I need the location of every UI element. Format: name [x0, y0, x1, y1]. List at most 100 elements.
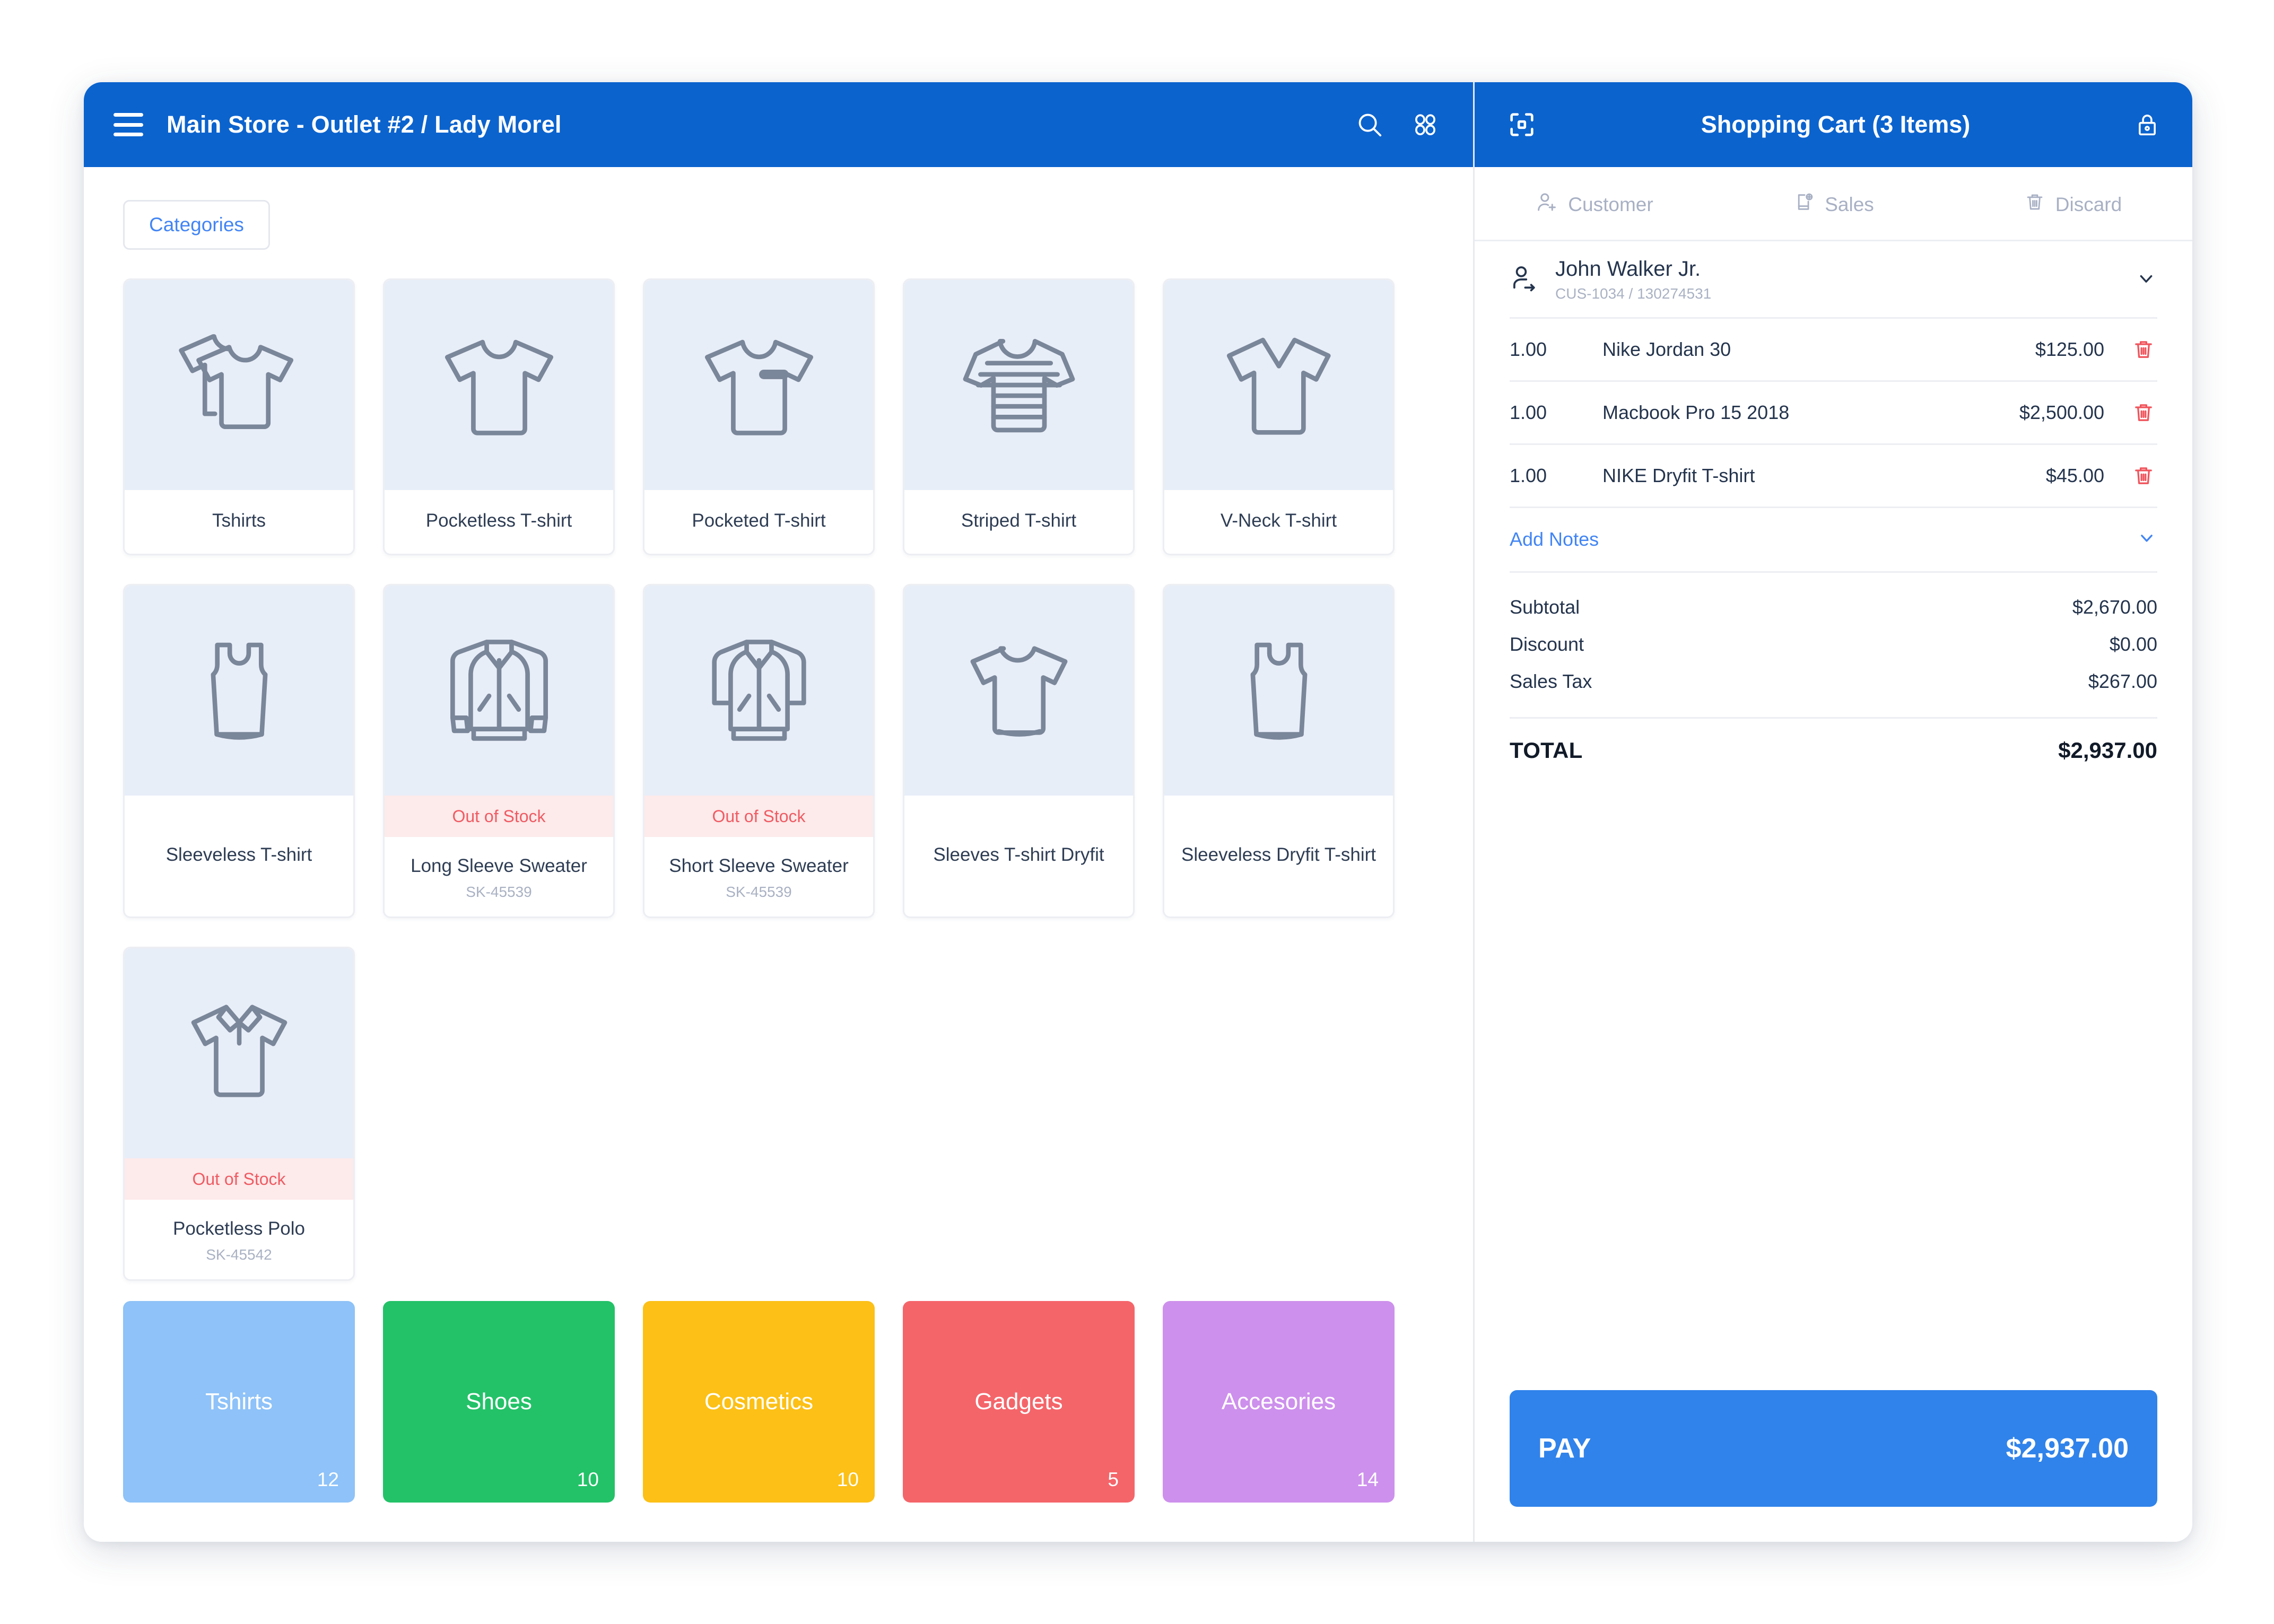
- pocket-tshirt-icon: [644, 280, 873, 490]
- vneck-tshirt-icon: [1164, 280, 1393, 490]
- pay-section: PAY $2,937.00: [1475, 1390, 2192, 1542]
- chevron-down-icon[interactable]: [2135, 267, 2157, 292]
- product-card[interactable]: Sleeveless T-shirt: [123, 584, 355, 918]
- pay-button-label: PAY: [1538, 1433, 1591, 1464]
- cart-item-name: NIKE Dryfit T-shirt: [1602, 465, 1755, 486]
- product-card[interactable]: Out of Stock Pocketless Polo SK-45542: [123, 947, 355, 1281]
- cart-item-name: Nike Jordan 30: [1602, 338, 1731, 360]
- product-name: Pocketless Polo: [172, 1218, 306, 1239]
- pay-button[interactable]: PAY $2,937.00: [1510, 1390, 2157, 1507]
- categories-button[interactable]: Categories: [123, 200, 270, 250]
- pos-app-window: Main Store - Outlet #2 / Lady Morel Cate…: [84, 82, 2192, 1542]
- long-sleeve-jacket-icon: [385, 586, 613, 796]
- tab-customer[interactable]: Customer: [1475, 190, 1714, 219]
- grand-total-row: TOTAL $2,937.00: [1510, 738, 2157, 763]
- category-tile[interactable]: Shoes 10: [383, 1301, 615, 1503]
- category-tile-label: Shoes: [466, 1389, 532, 1415]
- category-tile[interactable]: Gadgets 5: [903, 1301, 1135, 1503]
- topbar-icon-group: [1355, 110, 1439, 139]
- cart-item-price: $2,500.00: [2019, 401, 2104, 423]
- product-name: Sleeves T-shirt Dryfit: [933, 844, 1104, 865]
- category-tile[interactable]: Tshirts 12: [123, 1301, 355, 1503]
- trash-icon[interactable]: [2130, 337, 2157, 362]
- total-line-value: $0.00: [2109, 633, 2157, 655]
- add-person-icon: [1535, 190, 1558, 219]
- search-icon[interactable]: [1355, 110, 1384, 139]
- cart-action-tabs: Customer Sales Discard: [1475, 167, 2192, 241]
- grand-total-section: TOTAL $2,937.00: [1510, 717, 2157, 771]
- double-tshirt-icon: [125, 280, 353, 490]
- chevron-down-icon[interactable]: [2136, 527, 2157, 551]
- catalog-content: Categories Tshirts Pocketless T-shirt Po…: [84, 167, 1473, 1542]
- product-card-body: Pocketless T-shirt: [385, 490, 613, 554]
- grand-total-value: $2,937.00: [2058, 738, 2157, 763]
- product-name: Sleeveless T-shirt: [165, 844, 312, 865]
- product-name: Striped T-shirt: [961, 510, 1077, 531]
- total-line-label: Discount: [1510, 633, 1584, 655]
- tab-discard-label: Discard: [2055, 193, 2122, 215]
- product-card-body: Short Sleeve Sweater SK-45539: [644, 837, 873, 916]
- tab-sales-label: Sales: [1825, 193, 1874, 215]
- product-card[interactable]: Pocketed T-shirt: [643, 278, 875, 555]
- tab-discard[interactable]: Discard: [1953, 190, 2192, 219]
- tab-customer-label: Customer: [1568, 193, 1653, 215]
- hamburger-icon[interactable]: [114, 113, 143, 136]
- product-card[interactable]: Out of Stock Short Sleeve Sweater SK-45539: [643, 584, 875, 918]
- category-tile-label: Cosmetics: [704, 1389, 814, 1415]
- total-line-value: $267.00: [2088, 670, 2157, 692]
- product-card[interactable]: V-Neck T-shirt: [1163, 278, 1395, 555]
- cart-title: Shopping Cart (3 Items): [1701, 111, 1971, 138]
- tank-top-icon: [1164, 586, 1393, 796]
- product-card[interactable]: Pocketless T-shirt: [383, 278, 615, 555]
- product-card-body: Pocketed T-shirt: [644, 490, 873, 554]
- category-tile[interactable]: Cosmetics 10: [643, 1301, 875, 1503]
- trash-icon[interactable]: [2130, 400, 2157, 425]
- category-tile[interactable]: Accesories 14: [1163, 1301, 1395, 1503]
- out-of-stock-badge: Out of Stock: [644, 796, 873, 837]
- grand-total-label: TOTAL: [1510, 738, 1583, 763]
- new-sale-icon: [1793, 190, 1815, 219]
- product-card[interactable]: Sleeveless Dryfit T-shirt: [1163, 584, 1395, 918]
- category-tile-label: Accesories: [1221, 1389, 1336, 1415]
- apps-grid-icon[interactable]: [1412, 111, 1439, 138]
- store-topbar: Main Store - Outlet #2 / Lady Morel: [84, 82, 1473, 167]
- product-card[interactable]: Tshirts: [123, 278, 355, 555]
- customer-row[interactable]: John Walker Jr. CUS-1034 / 130274531: [1510, 241, 2157, 319]
- scan-icon[interactable]: [1506, 109, 1537, 140]
- customer-text: John Walker Jr. CUS-1034 / 130274531: [1555, 257, 2119, 302]
- customer-switch-icon: [1510, 264, 1539, 296]
- tab-sales[interactable]: Sales: [1714, 190, 1953, 219]
- lock-icon[interactable]: [2134, 110, 2160, 139]
- cart-line-item[interactable]: 1.00 Macbook Pro 15 2018 $2,500.00: [1510, 382, 2157, 445]
- tank-top-icon: [125, 586, 353, 796]
- product-sku: SK-45542: [206, 1246, 272, 1263]
- total-line-value: $2,670.00: [2072, 596, 2157, 618]
- category-tile-label: Gadgets: [974, 1389, 1063, 1415]
- cart-line-item[interactable]: 1.00 Nike Jordan 30 $125.00: [1510, 319, 2157, 382]
- product-name: Long Sleeve Sweater: [411, 855, 587, 876]
- total-line: Sales Tax $267.00: [1510, 663, 2157, 700]
- category-tile-label: Tshirts: [205, 1389, 273, 1415]
- product-card[interactable]: Striped T-shirt: [903, 278, 1135, 555]
- product-card[interactable]: Out of Stock Long Sleeve Sweater SK-45539: [383, 584, 615, 918]
- customer-reference: CUS-1034 / 130274531: [1555, 285, 1712, 302]
- add-notes-row[interactable]: Add Notes: [1510, 508, 2157, 573]
- cart-item-price: $125.00: [2035, 338, 2104, 360]
- page-title: Main Store - Outlet #2 / Lady Morel: [167, 111, 562, 138]
- product-name: Sleeveless Dryfit T-shirt: [1181, 844, 1376, 865]
- trash-icon[interactable]: [2130, 463, 2157, 488]
- dryfit-tshirt-icon: [904, 586, 1133, 796]
- product-name: V-Neck T-shirt: [1220, 510, 1337, 531]
- category-tile-count: 10: [837, 1469, 859, 1490]
- striped-tshirt-icon: [904, 280, 1133, 490]
- product-card[interactable]: Sleeves T-shirt Dryfit: [903, 584, 1135, 918]
- product-name: Tshirts: [212, 510, 266, 531]
- product-name: Pocketed T-shirt: [692, 510, 826, 531]
- product-card-body: Long Sleeve Sweater SK-45539: [385, 837, 613, 916]
- product-card-body: Tshirts: [125, 490, 353, 554]
- product-name: Pocketless T-shirt: [425, 510, 572, 531]
- cart-line-item[interactable]: 1.00 NIKE Dryfit T-shirt $45.00: [1510, 445, 2157, 508]
- product-card-body: V-Neck T-shirt: [1164, 490, 1393, 554]
- total-line-label: Sales Tax: [1510, 670, 1592, 692]
- product-grid: Tshirts Pocketless T-shirt Pocketed T-sh…: [123, 278, 1434, 1281]
